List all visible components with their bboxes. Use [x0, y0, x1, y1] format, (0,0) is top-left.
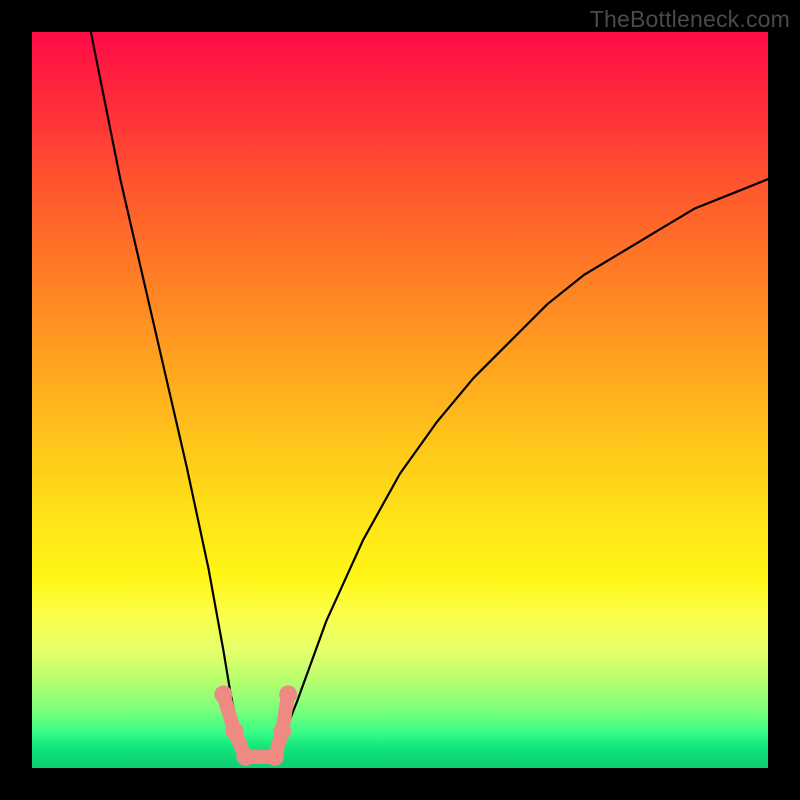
marker-dot	[273, 722, 291, 740]
marker-dot	[236, 748, 254, 766]
marker-dot	[279, 685, 297, 703]
chart-frame: TheBottleneck.com	[0, 0, 800, 800]
chart-svg	[32, 32, 768, 768]
marker-dot	[214, 685, 232, 703]
bottleneck-curve	[91, 32, 768, 761]
marker-dot	[266, 748, 284, 766]
marker-dot	[225, 722, 243, 740]
watermark-text: TheBottleneck.com	[590, 6, 790, 33]
plot-area	[32, 32, 768, 768]
